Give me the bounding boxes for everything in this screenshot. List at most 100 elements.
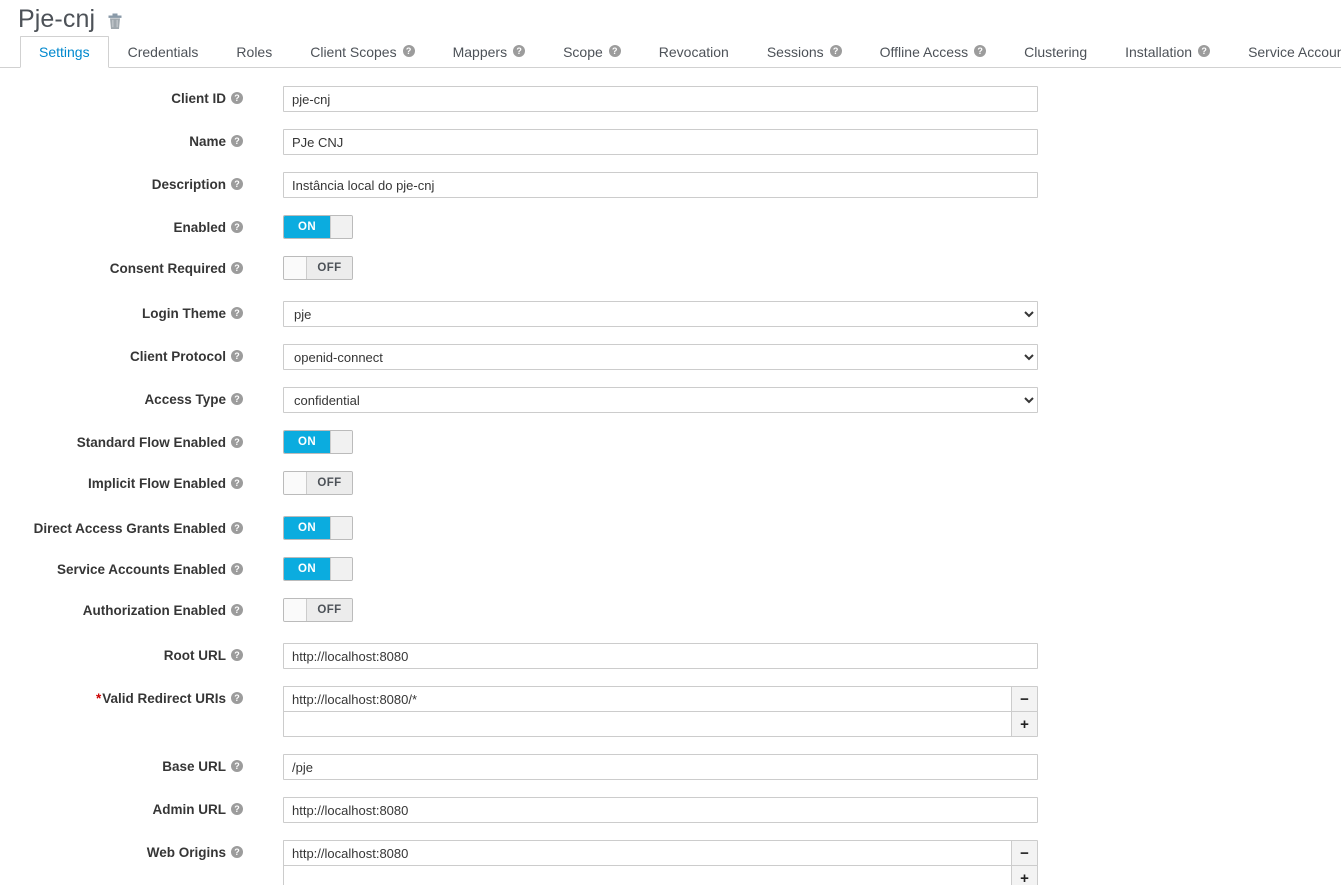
tab-client-scopes[interactable]: Client Scopes ? <box>291 36 433 67</box>
client-settings-form: Client ID? Name? Description? Enabled? O… <box>0 68 1341 885</box>
help-icon[interactable]: ? <box>231 846 243 859</box>
form-row-implicit-flow-enabled: Implicit Flow Enabled? OFF <box>0 471 1341 499</box>
description-input[interactable] <box>283 172 1038 198</box>
help-icon[interactable]: ? <box>231 307 243 320</box>
help-icon[interactable]: ? <box>231 92 243 105</box>
label-service-accounts-enabled: Service Accounts Enabled? <box>0 557 243 578</box>
tab-label: Scope <box>563 44 603 60</box>
toggle-knob <box>330 431 352 453</box>
enabled-toggle[interactable]: ON <box>283 215 353 239</box>
control-access-type: confidential <box>243 387 1341 413</box>
label-text: Description <box>151 177 226 192</box>
label-text: Service Accounts Enabled <box>56 562 226 577</box>
toggle-knob <box>284 472 307 494</box>
tab-offline-access[interactable]: Offline Access ? <box>861 36 1005 67</box>
toggle-state-label: OFF <box>307 599 352 621</box>
implicit-flow-enabled-toggle[interactable]: OFF <box>283 471 353 495</box>
toggle-knob <box>330 558 352 580</box>
toggle-state-label: ON <box>284 558 330 580</box>
tab-installation[interactable]: Installation ? <box>1106 36 1229 67</box>
tab-label: Service Account Roles <box>1248 44 1341 60</box>
tab-sessions[interactable]: Sessions ? <box>748 36 861 67</box>
root-url-input[interactable] <box>283 643 1038 669</box>
tab-roles[interactable]: Roles <box>217 36 291 67</box>
client-id-input[interactable] <box>283 86 1038 112</box>
control-standard-flow-enabled: ON <box>243 430 1341 454</box>
help-icon[interactable]: ? <box>231 393 243 406</box>
delete-client-trash-icon[interactable] <box>107 13 123 30</box>
base-url-input[interactable] <box>283 754 1038 780</box>
minus-icon: − <box>1020 844 1029 862</box>
help-icon[interactable]: ? <box>231 604 243 617</box>
toggle-knob <box>284 257 307 279</box>
tab-clustering[interactable]: Clustering <box>1005 36 1106 67</box>
page-header: Pje-cnj <box>0 0 1341 36</box>
label-login-theme: Login Theme? <box>0 301 243 322</box>
help-icon[interactable]: ? <box>231 803 243 816</box>
control-base-url <box>243 754 1341 780</box>
help-icon[interactable]: ? <box>608 45 621 57</box>
access-type-select[interactable]: confidential <box>283 387 1038 413</box>
help-icon[interactable]: ? <box>231 760 243 773</box>
help-icon[interactable]: ? <box>513 45 526 57</box>
tab-settings[interactable]: Settings <box>20 36 109 68</box>
admin-url-input[interactable] <box>283 797 1038 823</box>
remove-web-origin-button[interactable]: − <box>1011 840 1038 866</box>
standard-flow-enabled-toggle[interactable]: ON <box>283 430 353 454</box>
label-text: Name <box>189 134 226 149</box>
add-web-origin-button[interactable]: + <box>1011 865 1038 885</box>
form-row-valid-redirect-uris: *Valid Redirect URIs? − + <box>0 686 1341 737</box>
control-name <box>243 129 1341 155</box>
help-icon[interactable]: ? <box>231 522 243 535</box>
direct-access-grants-enabled-toggle[interactable]: ON <box>283 516 353 540</box>
label-direct-access-grants-enabled: Direct Access Grants Enabled? <box>0 516 243 537</box>
help-icon[interactable]: ? <box>231 692 243 705</box>
help-icon[interactable]: ? <box>231 649 243 662</box>
help-icon[interactable]: ? <box>231 563 243 576</box>
add-valid-redirect-uri-button[interactable]: + <box>1011 711 1038 737</box>
name-input[interactable] <box>283 129 1038 155</box>
tab-revocation[interactable]: Revocation <box>640 36 748 67</box>
service-accounts-enabled-toggle[interactable]: ON <box>283 557 353 581</box>
label-name: Name? <box>0 129 243 150</box>
label-text: Base URL <box>162 759 226 774</box>
help-icon[interactable]: ? <box>231 221 243 234</box>
help-icon[interactable]: ? <box>231 262 243 275</box>
web-origin-input-new[interactable] <box>283 865 1011 885</box>
form-row-authorization-enabled: Authorization Enabled? OFF <box>0 598 1341 626</box>
help-icon[interactable]: ? <box>974 45 987 57</box>
tab-mappers[interactable]: Mappers ? <box>434 36 544 67</box>
help-icon[interactable]: ? <box>829 45 842 57</box>
help-icon[interactable]: ? <box>231 178 243 191</box>
toggle-knob <box>284 599 307 621</box>
help-icon[interactable]: ? <box>1198 45 1211 57</box>
valid-redirect-uri-input[interactable] <box>283 686 1011 712</box>
label-text: Client ID <box>171 91 226 106</box>
help-icon[interactable]: ? <box>402 45 415 57</box>
form-row-root-url: Root URL? <box>0 643 1341 669</box>
control-client-id <box>243 86 1341 112</box>
form-row-consent-required: Consent Required? OFF <box>0 256 1341 284</box>
authorization-enabled-toggle[interactable]: OFF <box>283 598 353 622</box>
tab-service-account-roles[interactable]: Service Account Roles ? <box>1229 36 1341 67</box>
form-row-name: Name? <box>0 129 1341 155</box>
remove-valid-redirect-uri-button[interactable]: − <box>1011 686 1038 712</box>
help-icon[interactable]: ? <box>231 135 243 148</box>
login-theme-select[interactable]: pje <box>283 301 1038 327</box>
consent-required-toggle[interactable]: OFF <box>283 256 353 280</box>
web-origin-input[interactable] <box>283 840 1011 866</box>
valid-redirect-uri-input-new[interactable] <box>283 711 1011 737</box>
form-row-access-type: Access Type? confidential <box>0 387 1341 413</box>
control-description <box>243 172 1341 198</box>
help-icon[interactable]: ? <box>231 350 243 363</box>
client-protocol-select[interactable]: openid-connect <box>283 344 1038 370</box>
form-row-client-id: Client ID? <box>0 86 1341 112</box>
help-icon[interactable]: ? <box>231 436 243 449</box>
required-marker: * <box>95 691 102 706</box>
form-row-description: Description? <box>0 172 1341 198</box>
tab-credentials[interactable]: Credentials <box>109 36 218 67</box>
toggle-knob <box>330 216 352 238</box>
toggle-state-label: ON <box>284 216 330 238</box>
help-icon[interactable]: ? <box>231 477 243 490</box>
tab-scope[interactable]: Scope ? <box>544 36 640 67</box>
